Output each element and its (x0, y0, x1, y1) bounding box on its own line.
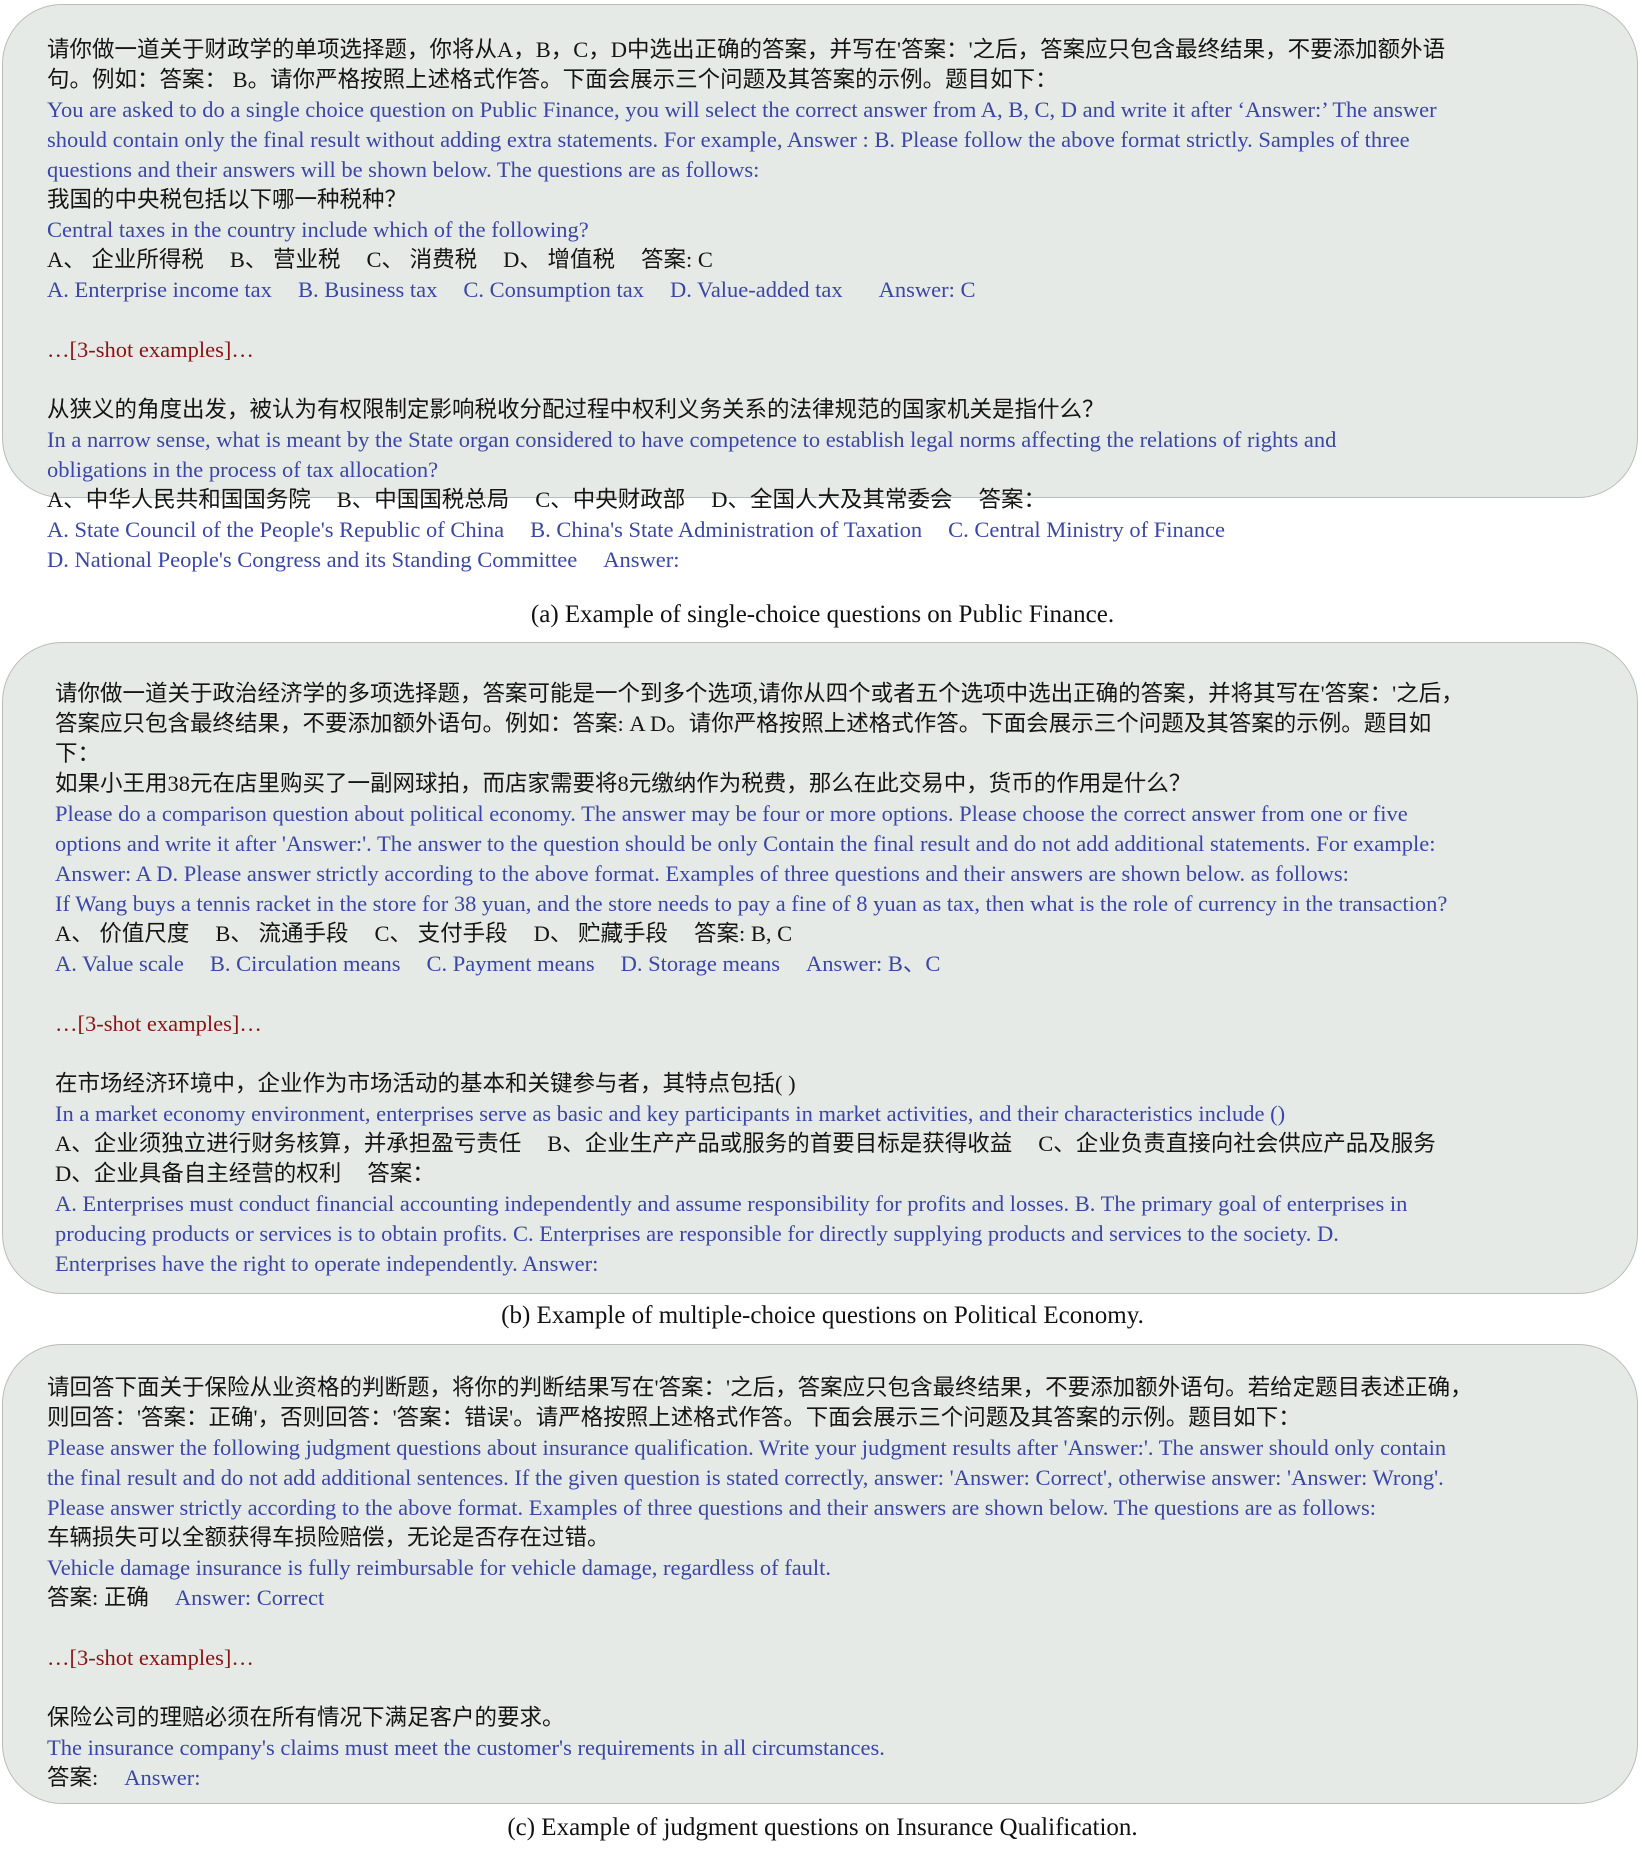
option: B. Circulation means (209, 951, 401, 976)
option: C、 支付手段 (374, 921, 508, 946)
panel-judgment: 请回答下面关于保险从业资格的判断题，将你的判断结果写在'答案：'之后，答案应只包… (2, 1344, 1638, 1804)
panel-multiple-choice: 请你做一道关于政治经济学的多项选择题，答案可能是一个到多个选项,请你从四个或者五… (2, 642, 1638, 1294)
prompt-en-line: Please do a comparison question about po… (55, 801, 1408, 826)
option: C、中央财政部 (535, 487, 686, 512)
option: B、企业生产产品或服务的首要目标是获得收益 (547, 1131, 1013, 1156)
option: D、企业具备自主经营的权利 (55, 1161, 342, 1186)
test-question-en: The insurance company's claims must meet… (47, 1735, 885, 1760)
answer: Answer: C (878, 277, 976, 302)
prompt-zh-line: 请回答下面关于保险从业资格的判断题，将你的判断结果写在'答案：'之后，答案应只包… (47, 1375, 1473, 1400)
prompt-zh-line: 请你做一道关于政治经济学的多项选择题，答案可能是一个到多个选项,请你从四个或者五… (55, 681, 1464, 706)
prompt-zh-line: 答案应只包含最终结果，不要添加额外语句。例如：答案: A D。请你严格按照上述格… (55, 711, 1432, 736)
shot-placeholder: …[3-shot examples]… (47, 1645, 254, 1670)
prompt-en-line: You are asked to do a single choice ques… (47, 97, 1437, 122)
panel-single-choice: 请你做一道关于财政学的单项选择题，你将从A，B，C，D中选出正确的答案，并写在'… (2, 4, 1638, 572)
example-answer: 答案: 正确 Answer: Correct (47, 1583, 1593, 1613)
caption-a: (a) Example of single-choice questions o… (530, 601, 1115, 628)
prompt-zh-line: 请你做一道关于财政学的单项选择题，你将从A，B，C，D中选出正确的答案，并写在'… (47, 37, 1446, 62)
example-question-zh: 如果小王用38元在店里购买了一副网球拍，而店家需要将8元缴纳作为税费，那么在此交… (55, 771, 1192, 796)
example-question-en: If Wang buys a tennis racket in the stor… (55, 891, 1448, 916)
option: C. Payment means (426, 951, 595, 976)
option: D、 增值税 (503, 247, 616, 272)
test-question-en: In a narrow sense, what is meant by the … (47, 427, 1337, 452)
option: C. Central Ministry of Finance (948, 517, 1225, 542)
test-options-zh: A、中华人民共和国国务院 B、中国国税总局 C、中央财政部 D、全国人大及其常委会 答案… (47, 485, 1593, 515)
answer: 答案： (978, 487, 1047, 512)
option: D. Storage means (620, 951, 780, 976)
test-question-en: obligations in the process of tax alloca… (47, 457, 439, 482)
shot-placeholder: …[3-shot examples]… (55, 1011, 262, 1036)
prompt-en-line: Please answer strictly according to the … (47, 1495, 1376, 1520)
prompt-en-line: options and write it after 'Answer:'. Th… (55, 831, 1436, 856)
answer-zh: 答案: 正确 (47, 1585, 149, 1610)
option: B. China's State Administration of Taxat… (530, 517, 923, 542)
prompt-zh-line: 句。例如：答案： B。请你严格按照上述格式作答。下面会展示三个问题及其答案的示例… (47, 67, 1058, 92)
test-answer: 答案: Answer: (47, 1763, 1593, 1793)
answer-en: Answer: (124, 1765, 201, 1790)
test-options-en: A. State Council of the People's Republi… (47, 515, 1593, 545)
option: A. State Council of the People's Republi… (47, 517, 505, 542)
prompt-en-line: Answer: A D. Please answer strictly acco… (55, 861, 1349, 886)
option: A、 企业所得税 (47, 247, 204, 272)
option: A. Enterprise income tax (47, 277, 272, 302)
example-options-zh: A、 企业所得税 B、 营业税 C、 消费税 D、 增值税 答案: C (47, 245, 1593, 275)
test-options-en-line: producing products or services is to obt… (55, 1221, 1339, 1246)
example-options-en: A. Value scale B. Circulation means C. Pay… (55, 949, 1593, 979)
caption-c: (c) Example of judgment questions on Ins… (507, 1814, 1138, 1841)
option: D. National People's Congress and its St… (47, 547, 578, 572)
example-question-zh: 我国的中央税包括以下哪一种税种？ (47, 187, 408, 212)
test-question-en: In a market economy environment, enterpr… (55, 1101, 1286, 1126)
option: C、企业负责直接向社会供应产品及服务 (1038, 1131, 1436, 1156)
prompt-zh-line: 下： (55, 741, 101, 766)
answer: 答案: B, C (694, 921, 793, 946)
prompt-en-line: should contain only the final result wit… (47, 127, 1410, 152)
option: C. Consumption tax (463, 277, 644, 302)
option: B. Business tax (297, 277, 438, 302)
option: C、 消费税 (366, 247, 478, 272)
prompt-en-line: the final result and do not add addition… (47, 1465, 1444, 1490)
test-options-zh: A、企业须独立进行财务核算，并承担盈亏责任 B、企业生产产品或服务的首要目标是获得… (55, 1129, 1593, 1159)
option: D、 贮藏手段 (533, 921, 669, 946)
answer-zh: 答案: (47, 1765, 99, 1790)
answer: 答案： (367, 1161, 435, 1186)
example-options-en: A. Enterprise income tax B. Business tax C… (47, 275, 1593, 305)
prompt-zh-line: 则回答：'答案：正确'，否则回答：'答案：错误'。请严格按照上述格式作答。下面会… (47, 1405, 1301, 1430)
shot-placeholder: …[3-shot examples]… (47, 337, 254, 362)
test-options-en: D. National People's Congress and its St… (47, 545, 1593, 575)
answer: Answer: (603, 547, 680, 572)
answer: Answer: B、C (805, 951, 941, 976)
answer: 答案: C (641, 247, 713, 272)
option: A、企业须独立进行财务核算，并承担盈亏责任 (55, 1131, 522, 1156)
option: B、中国国税总局 (336, 487, 510, 512)
test-options-en-line: A. Enterprises must conduct financial ac… (55, 1191, 1408, 1216)
test-question-zh: 在市场经济环境中，企业作为市场活动的基本和关键参与者，其特点包括( ) (55, 1071, 796, 1096)
option: A、 价值尺度 (55, 921, 190, 946)
option: D. Value-added tax (669, 277, 843, 302)
test-options-en-line: Enterprises have the right to operate in… (55, 1251, 599, 1276)
answer-en: Answer: Correct (174, 1585, 325, 1610)
example-options-zh: A、 价值尺度 B、 流通手段 C、 支付手段 D、 贮藏手段 答案: B, C (55, 919, 1593, 949)
example-question-zh: 车辆损失可以全额获得车损险赔偿，无论是否存在过错。 (47, 1525, 610, 1550)
prompt-en-line: Please answer the following judgment que… (47, 1435, 1447, 1460)
example-question-en: Central taxes in the country include whi… (47, 217, 589, 242)
option: B、 流通手段 (215, 921, 349, 946)
test-question-zh: 从狭义的角度出发，被认为有权限制定影响税收分配过程中权利义务关系的法律规范的国家… (47, 397, 1105, 422)
test-options-zh: D、企业具备自主经营的权利 答案： (55, 1159, 1593, 1189)
option: A. Value scale (55, 951, 184, 976)
example-question-en: Vehicle damage insurance is fully reimbu… (47, 1555, 832, 1580)
prompt-en-line: questions and their answers will be show… (47, 157, 760, 182)
option: B、 营业税 (229, 247, 341, 272)
option: A、中华人民共和国国务院 (47, 487, 311, 512)
option: D、全国人大及其常委会 (711, 487, 953, 512)
test-question-zh: 保险公司的理赔必须在所有情况下满足客户的要求。 (47, 1705, 565, 1730)
caption-b: (b) Example of multiple-choice questions… (501, 1302, 1144, 1329)
